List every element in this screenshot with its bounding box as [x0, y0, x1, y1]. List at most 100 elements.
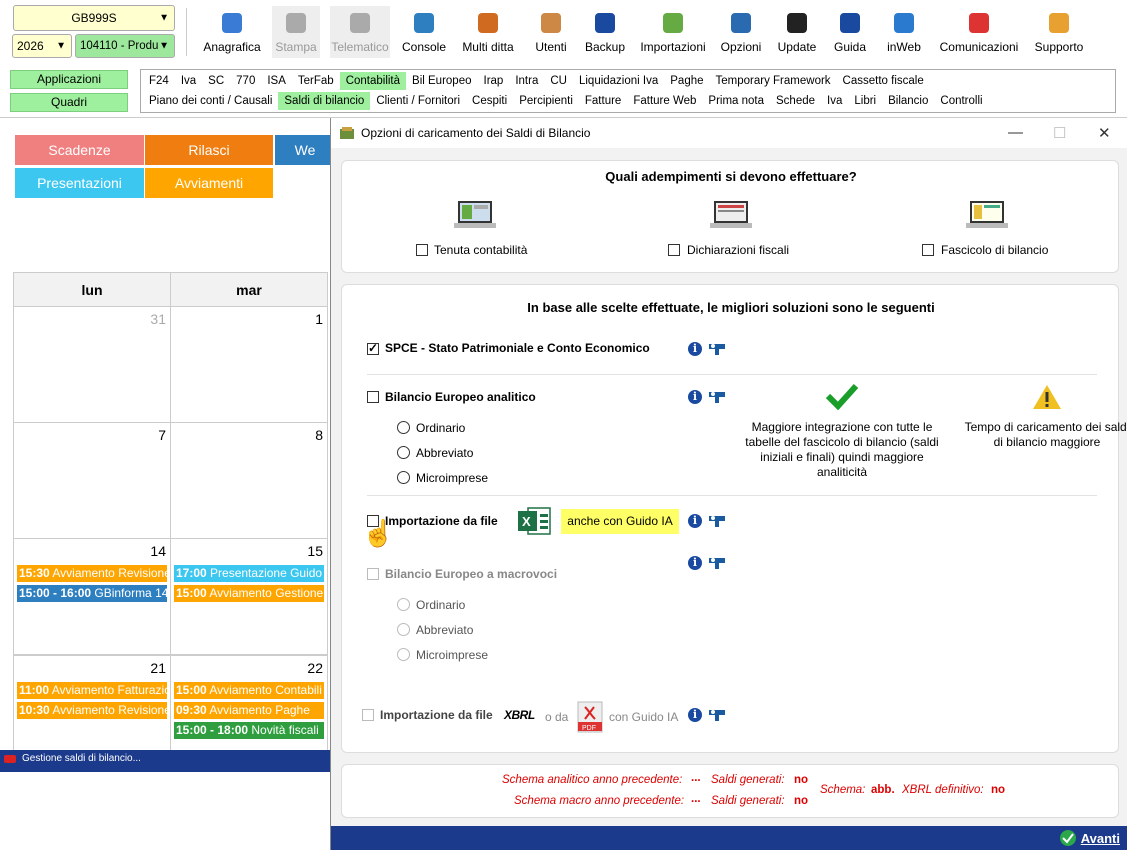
- menu-item-temporary-framework[interactable]: Temporary Framework: [710, 72, 837, 90]
- radio-macro-ordinario[interactable]: [397, 598, 410, 611]
- spce-info-icon[interactable]: i: [688, 342, 702, 356]
- menu-item-isa[interactable]: ISA: [261, 72, 292, 90]
- calendar-filter-avviamenti-button[interactable]: Avviamenti: [145, 168, 273, 198]
- calendar-event[interactable]: 15:00 Avviamento Contabili: [174, 682, 324, 699]
- calendar-event[interactable]: 17:00 Presentazione Guido: [174, 565, 324, 582]
- applicazioni-button[interactable]: Applicazioni: [10, 70, 128, 89]
- menu-item-bil-europeo[interactable]: Bil Europeo: [406, 72, 477, 90]
- menu-item-f24[interactable]: F24: [143, 72, 175, 90]
- calendar-day-cell[interactable]: 7: [13, 422, 171, 539]
- calendar-event[interactable]: 09:30 Avviamento Paghe: [174, 702, 324, 719]
- calendar-filter-scadenze-button[interactable]: Scadenze: [15, 135, 144, 165]
- toolbar-button-label: Opzioni: [720, 40, 762, 54]
- calendar-event[interactable]: 11:00 Avviamento Fatturazio: [17, 682, 167, 699]
- calendar-day-cell[interactable]: 15 17:00 Presentazione Guido 15:00 Avviame…: [170, 538, 328, 655]
- menu-item-controlli[interactable]: Controlli: [934, 92, 988, 110]
- calendar-filter-presentazioni-button[interactable]: Presentazioni: [15, 168, 144, 198]
- stampa-button[interactable]: Stampa: [272, 6, 320, 58]
- dichiarazioni-fiscali-checkbox[interactable]: [668, 244, 680, 256]
- menu-item-iva[interactable]: Iva: [175, 72, 202, 90]
- spce-video-icon[interactable]: [709, 342, 725, 356]
- menu-item-cespiti[interactable]: Cespiti: [466, 92, 513, 110]
- importazione-xbrl-video-icon[interactable]: [709, 708, 725, 722]
- calendar-event[interactable]: 10:30 Avviamento Revisione: [17, 702, 167, 719]
- minimize-icon[interactable]: —: [1008, 124, 1023, 141]
- tenuta-contabilita-checkbox[interactable]: [416, 244, 428, 256]
- bilancio-analitico-checkbox[interactable]: [367, 391, 379, 403]
- importazioni-button[interactable]: Importazioni: [637, 6, 709, 58]
- menu-item-intra[interactable]: Intra: [509, 72, 544, 90]
- menu-item-iva[interactable]: Iva: [821, 92, 848, 110]
- update-button[interactable]: Update: [774, 6, 820, 58]
- menu-item-prima-nota[interactable]: Prima nota: [702, 92, 770, 110]
- guida-button[interactable]: Guida: [830, 6, 870, 58]
- opzioni-button[interactable]: Opzioni: [716, 6, 766, 58]
- o-da-label: o da: [545, 710, 569, 724]
- anagrafica-button[interactable]: Anagrafica: [197, 6, 267, 58]
- menu-item-clienti-fornitori[interactable]: Clienti / Fornitori: [370, 92, 466, 110]
- bilancio-macro-info-icon[interactable]: i: [688, 556, 702, 570]
- calendar-event[interactable]: 15:00 Avviamento Gestione: [174, 585, 324, 602]
- backup-button[interactable]: Backup: [580, 6, 630, 58]
- bilancio-analitico-info-icon[interactable]: i: [688, 390, 702, 404]
- year-select[interactable]: 2026 ▼: [12, 34, 72, 58]
- menu-item-cu[interactable]: CU: [544, 72, 573, 90]
- menu-item-terfab[interactable]: TerFab: [292, 72, 340, 90]
- menu-item-irap[interactable]: Irap: [478, 72, 510, 90]
- avanti-button[interactable]: Avanti: [1059, 829, 1120, 847]
- calendar-event[interactable]: 15:30 Avviamento Revisione: [17, 565, 167, 582]
- inweb-button[interactable]: inWeb: [882, 6, 926, 58]
- menu-item-fatture-web[interactable]: Fatture Web: [627, 92, 702, 110]
- menu-item-770[interactable]: 770: [230, 72, 261, 90]
- spce-checkbox[interactable]: [367, 341, 379, 355]
- comunicazioni-button[interactable]: Comunicazioni: [937, 6, 1021, 58]
- supporto-button[interactable]: Supporto: [1030, 6, 1088, 58]
- menu-item-piano-dei-conti-causali[interactable]: Piano dei conti / Causali: [143, 92, 278, 110]
- menu-item-saldi-di-bilancio[interactable]: Saldi di bilancio: [278, 92, 371, 110]
- menu-item-percipienti[interactable]: Percipienti: [513, 92, 579, 110]
- multi-ditta-button[interactable]: Multi ditta: [458, 6, 518, 58]
- radio-microimprese[interactable]: [397, 471, 410, 484]
- menu-item-bilancio[interactable]: Bilancio: [882, 92, 934, 110]
- calendar-day-cell[interactable]: 1: [170, 306, 328, 423]
- menu-item-schede[interactable]: Schede: [770, 92, 821, 110]
- fascicolo-bilancio-checkbox[interactable]: [922, 244, 934, 256]
- menu-item-fatture[interactable]: Fatture: [579, 92, 627, 110]
- importazione-file-video-icon[interactable]: [709, 514, 725, 528]
- calendar-day-cell[interactable]: 8: [170, 422, 328, 539]
- console-button[interactable]: Console: [400, 6, 448, 58]
- maximize-icon[interactable]: ☐: [1053, 124, 1066, 142]
- menu-item-paghe[interactable]: Paghe: [664, 72, 709, 90]
- menu-item-liquidazioni-iva[interactable]: Liquidazioni Iva: [573, 72, 664, 90]
- calendar-filter-we-button[interactable]: We: [275, 135, 335, 165]
- bilancio-analitico-video-icon[interactable]: [709, 390, 725, 404]
- radio-macro-abbreviato[interactable]: [397, 623, 410, 636]
- importazione-xbrl-info-icon[interactable]: i: [688, 708, 702, 722]
- calendar-day-cell[interactable]: 14 15:30 Avviamento Revisione 15:00 - 16:0…: [13, 538, 171, 655]
- importazione-file-info-icon[interactable]: i: [688, 514, 702, 528]
- radio-abbreviato[interactable]: [397, 446, 410, 459]
- bilancio-macro-checkbox[interactable]: [367, 568, 379, 580]
- radio-macro-microimprese[interactable]: [397, 648, 410, 661]
- utenti-button[interactable]: Utenti: [530, 6, 572, 58]
- company-select[interactable]: GB999S ▼: [13, 5, 175, 31]
- importazione-xbrl-checkbox[interactable]: [362, 709, 374, 721]
- calendar-filter-rilasci-button[interactable]: Rilasci: [145, 135, 273, 165]
- menu-item-sc[interactable]: SC: [202, 72, 230, 90]
- calendar-event[interactable]: 15:00 - 18:00 Novità fiscali: [174, 722, 324, 739]
- separator: [367, 374, 1097, 375]
- menu-item-contabilit-[interactable]: Contabilità: [339, 72, 407, 90]
- calendar-event[interactable]: 15:00 - 16:00 GBinforma 14: [17, 585, 167, 602]
- calendar-day-number: 8: [315, 427, 323, 443]
- menu-item-libri[interactable]: Libri: [848, 92, 882, 110]
- quadri-button[interactable]: Quadri: [10, 93, 128, 112]
- bilancio-macro-video-icon[interactable]: [709, 556, 725, 570]
- tenuta-contabilita-label: Tenuta contabilità: [434, 243, 528, 257]
- calendar-day-cell[interactable]: 31: [13, 306, 171, 423]
- radio-ordinario[interactable]: [397, 421, 410, 434]
- main-toolbar: GB999S ▼ 2026 ▼ 104110 - Produ ▼ Anagraf…: [0, 0, 1127, 118]
- ditta-select[interactable]: 104110 - Produ ▼: [75, 34, 175, 58]
- close-icon[interactable]: ✕: [1098, 124, 1111, 142]
- telematico-button[interactable]: Telematico: [330, 6, 390, 58]
- menu-item-cassetto-fiscale[interactable]: Cassetto fiscale: [837, 72, 930, 90]
